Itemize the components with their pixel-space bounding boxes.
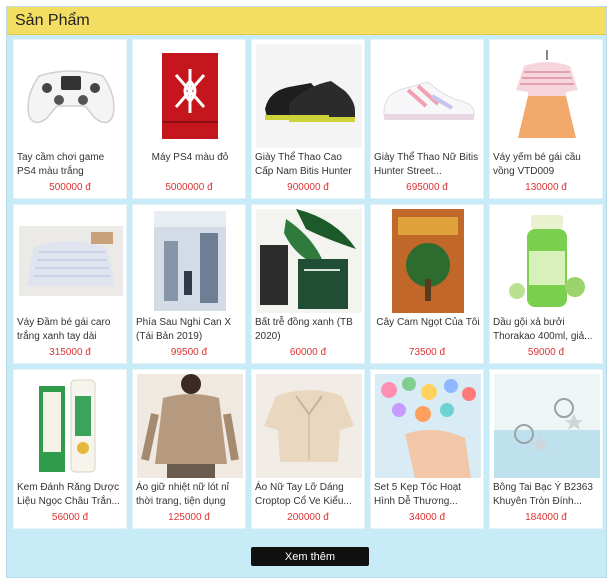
- product-price: 184000 đ: [525, 512, 567, 523]
- product-price: 34000 đ: [408, 512, 446, 523]
- product-image-shampoo[interactable]: [494, 209, 600, 313]
- product-card[interactable]: Tay cầm chơi game PS4 màu trắng 500000 đ: [13, 39, 127, 199]
- section-title: Sản Phẩm: [15, 12, 90, 29]
- product-card[interactable]: Phía Sau Nghi Can X (Tái Bản 2019) 99500…: [132, 204, 246, 364]
- product-price: 99500 đ: [170, 347, 208, 358]
- product-name[interactable]: Áo Nữ Tay Lỡ Dáng Croptop Cổ Ve Kiểu...: [255, 481, 363, 509]
- product-name[interactable]: Áo giữ nhiệt nữ lót nỉ thời trang, tiện …: [136, 481, 244, 509]
- product-image-toothpaste[interactable]: [18, 374, 124, 478]
- product-name[interactable]: Cây Cam Ngọt Của Tôi: [374, 316, 482, 344]
- see-more-button[interactable]: Xem thêm: [251, 547, 369, 566]
- product-image-dress[interactable]: [494, 44, 600, 148]
- product-name[interactable]: Giày Thể Thao Nữ Bitis Hunter Street...: [374, 151, 482, 179]
- product-card[interactable]: Áo Nữ Tay Lỡ Dáng Croptop Cổ Ve Kiểu... …: [251, 369, 365, 529]
- product-name[interactable]: Phía Sau Nghi Can X (Tái Bản 2019): [136, 316, 244, 344]
- product-name[interactable]: Dầu gội xả bưởi Thorakao 400ml, giả...: [493, 316, 601, 344]
- product-image-dress[interactable]: [18, 209, 124, 313]
- section-header: Sản Phẩm: [7, 7, 606, 35]
- product-card[interactable]: Bất trễ đồng xanh (TB 2020) 60000 đ: [251, 204, 365, 364]
- product-card[interactable]: Giày Thể Thao Nữ Bitis Hunter Street... …: [370, 39, 484, 199]
- product-grid: Tay cầm chơi game PS4 màu trắng 500000 đ…: [13, 39, 603, 529]
- product-name[interactable]: Giày Thể Thao Cao Cấp Nam Bitis Hunter X…: [255, 151, 363, 179]
- product-price: 315000 đ: [49, 347, 91, 358]
- product-price: 60000 đ: [289, 347, 327, 358]
- product-card[interactable]: Váy yếm bé gái cầu vồng VTD009 130000 đ: [489, 39, 603, 199]
- product-price: 59000 đ: [527, 347, 565, 358]
- product-image-earrings[interactable]: [494, 374, 600, 478]
- product-image-sweater[interactable]: [137, 374, 243, 478]
- product-price: 200000 đ: [287, 512, 329, 523]
- product-card[interactable]: Bông Tai Bạc Ý B2363 Khuyên Tròn Đính...…: [489, 369, 603, 529]
- product-card[interactable]: Máy PS4 màu đỏ 5000000 đ: [132, 39, 246, 199]
- product-card[interactable]: Váy Đầm bé gái caro trắng xanh tay dài 3…: [13, 204, 127, 364]
- product-price: 56000 đ: [51, 512, 89, 523]
- product-price: 5000000 đ: [165, 182, 213, 193]
- product-image-book[interactable]: [137, 209, 243, 313]
- product-name[interactable]: Tay cầm chơi game PS4 màu trắng: [17, 151, 125, 179]
- product-card[interactable]: Set 5 Kẹp Tóc Hoạt Hình Dễ Thương... 340…: [370, 369, 484, 529]
- product-name[interactable]: Váy Đầm bé gái caro trắng xanh tay dài: [17, 316, 125, 344]
- product-image-sneakers[interactable]: [256, 44, 362, 148]
- product-image-hairclips[interactable]: [375, 374, 481, 478]
- product-image-console[interactable]: [137, 44, 243, 148]
- product-card[interactable]: Cây Cam Ngọt Của Tôi 73500 đ: [370, 204, 484, 364]
- product-price: 500000 đ: [49, 182, 91, 193]
- product-card[interactable]: Giày Thể Thao Cao Cấp Nam Bitis Hunter X…: [251, 39, 365, 199]
- product-image-blouse[interactable]: [256, 374, 362, 478]
- product-name[interactable]: Set 5 Kẹp Tóc Hoạt Hình Dễ Thương...: [374, 481, 482, 509]
- product-price: 900000 đ: [287, 182, 329, 193]
- product-name[interactable]: Kem Đánh Răng Dược Liệu Ngọc Châu Trắn..…: [17, 481, 125, 509]
- product-image-book[interactable]: [375, 209, 481, 313]
- product-price: 73500 đ: [408, 347, 446, 358]
- product-image-controller[interactable]: [18, 44, 124, 148]
- product-card[interactable]: Áo giữ nhiệt nữ lót nỉ thời trang, tiện …: [132, 369, 246, 529]
- product-image-book[interactable]: [256, 209, 362, 313]
- product-name[interactable]: Máy PS4 màu đỏ: [136, 151, 244, 179]
- product-price: 695000 đ: [406, 182, 448, 193]
- product-card[interactable]: Kem Đánh Răng Dược Liệu Ngọc Châu Trắn..…: [13, 369, 127, 529]
- product-price: 130000 đ: [525, 182, 567, 193]
- products-panel: Sản Phẩm Tay cầm chơi game PS4 màu trắng…: [6, 6, 607, 578]
- product-card[interactable]: Dầu gội xả bưởi Thorakao 400ml, giả... 5…: [489, 204, 603, 364]
- product-name[interactable]: Bông Tai Bạc Ý B2363 Khuyên Tròn Đính...: [493, 481, 601, 509]
- product-price: 125000 đ: [168, 512, 210, 523]
- product-name[interactable]: Váy yếm bé gái cầu vồng VTD009: [493, 151, 601, 179]
- product-name[interactable]: Bất trễ đồng xanh (TB 2020): [255, 316, 363, 344]
- product-image-sneaker[interactable]: [375, 44, 481, 148]
